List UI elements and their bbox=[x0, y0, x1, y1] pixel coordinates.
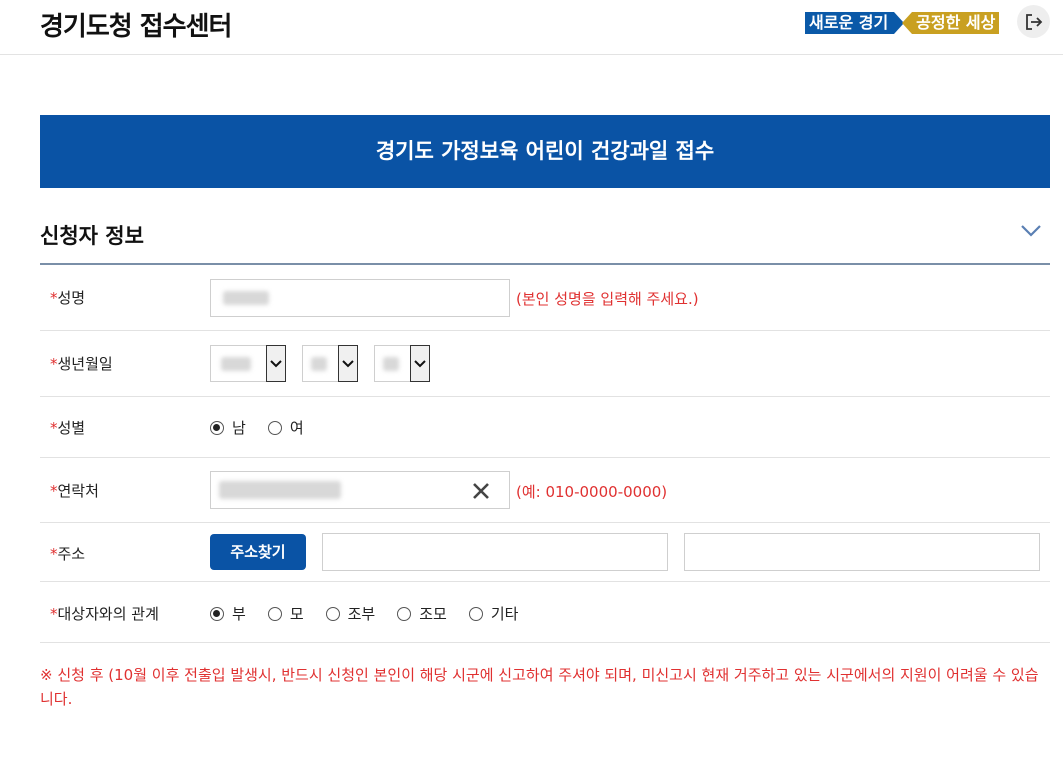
name-row: *성명 (본인 성명을 입력해 주세요.) bbox=[40, 264, 1050, 331]
address-input[interactable] bbox=[322, 533, 668, 571]
radio-unchecked[interactable] bbox=[267, 606, 282, 621]
header: 경기도청 접수센터 새로운 경기 공정한 세상 bbox=[0, 0, 1063, 55]
address-search-button[interactable]: 주소찾기 bbox=[210, 534, 306, 570]
phone-label: *연락처 bbox=[50, 482, 99, 500]
chevron-down-icon[interactable] bbox=[1020, 224, 1042, 238]
name-hint: (본인 성명을 입력해 주세요.) bbox=[516, 290, 699, 308]
relation-option-grandmother[interactable]: 조모 bbox=[397, 603, 447, 624]
slogan-right: 공정한 세상 bbox=[912, 12, 1000, 34]
slogan-arrow-gold bbox=[902, 12, 913, 34]
radio-unchecked[interactable] bbox=[267, 420, 282, 435]
section-title: 신청자 정보 bbox=[40, 224, 144, 248]
relation-label: *대상자와의 관계 bbox=[50, 605, 159, 623]
radio-checked[interactable] bbox=[210, 606, 224, 621]
address-detail-input[interactable] bbox=[684, 533, 1040, 571]
slogan-left: 새로운 경기 bbox=[805, 12, 895, 34]
redacted-value bbox=[221, 357, 251, 371]
radio-unchecked[interactable] bbox=[325, 606, 340, 621]
gender-label: *성별 bbox=[50, 419, 86, 437]
applicant-section-header[interactable]: 신청자 정보 bbox=[40, 210, 1050, 265]
birth-row: *생년월일 bbox=[40, 331, 1050, 397]
relation-option-grandfather[interactable]: 조부 bbox=[325, 603, 375, 624]
relation-option-other[interactable]: 기타 bbox=[468, 603, 518, 624]
relation-option-father[interactable]: 부 bbox=[210, 603, 246, 624]
redacted-value bbox=[219, 481, 341, 499]
redacted-value bbox=[383, 357, 399, 371]
close-icon[interactable] bbox=[472, 482, 490, 500]
relation-option-mother[interactable]: 모 bbox=[267, 603, 304, 624]
gender-radio-group: 남 여 bbox=[210, 417, 326, 438]
birth-month-select[interactable] bbox=[302, 345, 358, 382]
gender-option-female[interactable]: 여 bbox=[267, 417, 304, 438]
logout-icon bbox=[1025, 13, 1042, 30]
phone-input[interactable] bbox=[210, 471, 510, 509]
phone-row: *연락처 (예: 010-0000-0000) bbox=[40, 458, 1050, 523]
radio-unchecked[interactable] bbox=[468, 606, 483, 621]
address-label: *주소 bbox=[50, 545, 86, 563]
radio-checked[interactable] bbox=[210, 420, 224, 435]
phone-hint: (예: 010-0000-0000) bbox=[516, 483, 668, 501]
chevron-down-icon[interactable] bbox=[410, 345, 430, 382]
page-title: 경기도청 접수센터 bbox=[40, 12, 232, 42]
redacted-value bbox=[311, 357, 327, 371]
relation-radio-group: 부 모 조부 조모 기타 bbox=[210, 603, 540, 624]
form-banner: 경기도 가정보육 어린이 건강과일 접수 bbox=[40, 115, 1050, 188]
chevron-down-icon[interactable] bbox=[338, 345, 358, 382]
relation-row: *대상자와의 관계 부 모 조부 조모 기타 bbox=[40, 582, 1050, 643]
name-label: *성명 bbox=[50, 289, 86, 307]
gender-option-male[interactable]: 남 bbox=[210, 417, 246, 438]
birth-day-select[interactable] bbox=[374, 345, 430, 382]
slogan-logo: 새로운 경기 공정한 세상 bbox=[805, 10, 1000, 36]
birth-label: *생년월일 bbox=[50, 355, 113, 373]
logout-button[interactable] bbox=[1017, 5, 1050, 38]
notice-text: ※ 신청 후 (10월 이후 전출입 발생시, 반드시 신청인 본인이 해당 시… bbox=[40, 666, 1039, 708]
address-row: *주소 주소찾기 bbox=[40, 523, 1050, 582]
chevron-down-icon[interactable] bbox=[266, 345, 286, 382]
radio-unchecked[interactable] bbox=[397, 606, 412, 621]
name-input[interactable] bbox=[210, 279, 510, 317]
gender-row: *성별 남 여 bbox=[40, 397, 1050, 458]
redacted-value bbox=[223, 291, 269, 305]
birth-year-select[interactable] bbox=[210, 345, 286, 382]
